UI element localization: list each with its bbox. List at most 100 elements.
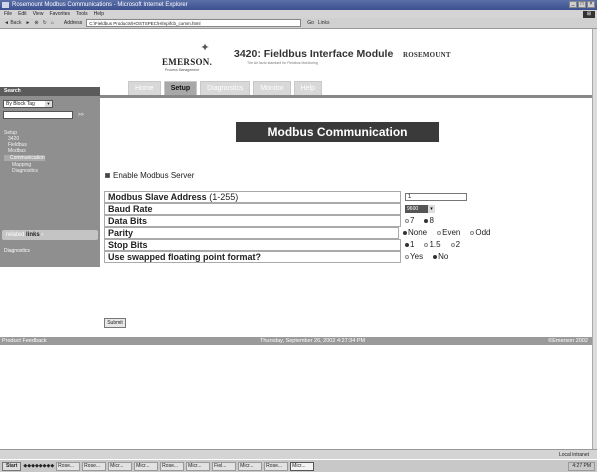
- settings-table: Modbus Slave Address (1-255) 1 Baud Rate…: [104, 191, 490, 263]
- slave-address-label: Modbus Slave Address (1-255): [104, 191, 402, 203]
- minimize-icon[interactable]: _: [569, 1, 577, 8]
- chevron-right-icon: ›: [41, 232, 44, 238]
- nav-item-diagnostics[interactable]: Diagnostics: [4, 168, 45, 174]
- page-header: ✦ EMERSON. Process Management 3420: Fiel…: [0, 29, 592, 87]
- product-feedback-link[interactable]: Product Feedback: [2, 337, 47, 345]
- menu-bar: File Edit View Favorites Tools Help ⊞: [0, 10, 597, 18]
- taskbar-item[interactable]: Micr...: [134, 461, 159, 471]
- nav-item-communication[interactable]: Communication: [4, 155, 45, 161]
- windows-logo-icon: ⊞: [583, 11, 595, 18]
- tab-setup[interactable]: Setup: [163, 81, 198, 95]
- taskbar-item[interactable]: Rose...: [264, 461, 289, 471]
- app-title: 3420: Fieldbus Interface Module: [234, 48, 394, 60]
- setting-row-slave-address: Modbus Slave Address (1-255) 1: [104, 191, 489, 203]
- search-label: Search: [0, 87, 100, 96]
- enable-modbus-checkbox[interactable]: [105, 173, 110, 178]
- radio-selected-icon: [424, 219, 429, 223]
- stop-bits-label: Stop Bits: [104, 239, 402, 251]
- setting-row-swapped-float: Use swapped floating point format? Yes N…: [104, 251, 489, 263]
- footer-timestamp: Thursday, September 26, 2002 4:27:34 PM: [260, 338, 366, 344]
- vertical-scrollbar[interactable]: [592, 29, 597, 449]
- stop-bits-radio-2[interactable]: 2: [450, 239, 460, 251]
- title-bar: Rosemount Modbus Communications - Micros…: [0, 0, 597, 10]
- parity-options: None Even Odd: [399, 227, 490, 239]
- back-button[interactable]: ◄ Back: [4, 18, 21, 29]
- sidebar: By Block Tag ▼ >> Setup 3420 Fieldbus Mo…: [0, 96, 100, 267]
- maximize-icon[interactable]: □: [578, 1, 586, 8]
- taskbar-item-active[interactable]: Micr...: [290, 461, 315, 471]
- slave-address-input[interactable]: 1: [405, 193, 468, 201]
- app-subtitle: The Air facto standard for Fieldbus Moni…: [247, 61, 318, 65]
- swapped-float-options: Yes No: [401, 251, 489, 263]
- nav-item-modbus[interactable]: Modbus: [4, 148, 45, 154]
- radio-icon: [450, 243, 455, 247]
- setting-row-baud-rate: Baud Rate 9600 ▾: [104, 203, 489, 215]
- radio-selected-icon: [403, 231, 407, 235]
- setting-row-parity: Parity None Even Odd: [104, 227, 490, 239]
- tab-underline: [100, 95, 592, 98]
- parity-radio-none[interactable]: None: [403, 227, 427, 239]
- baud-rate-cell: 9600 ▾: [401, 203, 489, 215]
- page-title: Modbus Communication: [236, 122, 439, 142]
- stop-bits-options: 1 1.5 2: [401, 239, 489, 251]
- nav-tabs: Home Setup Diagnostics Monitor Help: [128, 81, 323, 95]
- refresh-icon[interactable]: ↻: [43, 18, 47, 29]
- taskbar-item[interactable]: Fiel...: [212, 461, 237, 471]
- window-title: Rosemount Modbus Communications - Micros…: [12, 2, 188, 8]
- stop-bits-radio-1-5[interactable]: 1.5: [424, 239, 441, 251]
- address-bar[interactable]: C:\Fieldbus Products\HOSTSPEC\Hlmp\fcb_c…: [86, 19, 302, 27]
- chevron-down-icon: ▾: [428, 205, 436, 213]
- ie-icon: [2, 2, 9, 8]
- menu-help[interactable]: Help: [94, 10, 104, 18]
- forward-icon[interactable]: ►: [25, 18, 30, 29]
- radio-icon: [437, 231, 442, 235]
- rosemount-brand: ROSEMOUNT: [403, 51, 451, 59]
- emerson-logo-icon: ✦: [200, 42, 210, 54]
- emerson-logo-subtext: Process Management: [165, 68, 200, 72]
- tab-help[interactable]: Help: [293, 81, 323, 95]
- related-links-header[interactable]: related links ›: [2, 230, 98, 240]
- data-bits-radio-7[interactable]: 7: [405, 215, 414, 227]
- parity-radio-even[interactable]: Even: [437, 227, 460, 239]
- footer-copyright: ©Emerson 2002: [548, 338, 588, 344]
- taskbar-item[interactable]: Micr...: [238, 461, 263, 471]
- stop-icon[interactable]: ⊗: [34, 18, 38, 29]
- slave-address-cell: 1: [401, 191, 489, 203]
- clock: 4:27 PM: [572, 463, 591, 469]
- tab-diagnostics[interactable]: Diagnostics: [200, 81, 251, 95]
- home-icon[interactable]: ⌂: [51, 18, 54, 29]
- start-button[interactable]: Start: [2, 461, 22, 471]
- radio-icon: [470, 231, 475, 235]
- window-controls: _ □ ×: [569, 1, 595, 8]
- swapped-radio-no[interactable]: No: [433, 251, 448, 263]
- search-type-select[interactable]: By Block Tag ▼: [3, 100, 53, 108]
- go-button[interactable]: Go: [307, 18, 314, 29]
- tab-home[interactable]: Home: [128, 81, 161, 95]
- tab-monitor[interactable]: Monitor: [253, 81, 291, 95]
- close-icon[interactable]: ×: [587, 1, 595, 8]
- radio-icon: [405, 255, 410, 259]
- data-bits-radio-8[interactable]: 8: [424, 215, 434, 227]
- parity-radio-odd[interactable]: Odd: [470, 227, 490, 239]
- swapped-radio-yes[interactable]: Yes: [405, 251, 423, 263]
- search-input[interactable]: [3, 111, 73, 119]
- submit-button[interactable]: Submit: [104, 318, 126, 328]
- taskbar-item[interactable]: Rose...: [160, 461, 185, 471]
- chevron-down-icon: ▼: [45, 101, 52, 107]
- taskbar-item[interactable]: Micr...: [186, 461, 211, 471]
- links-button[interactable]: Links: [318, 18, 330, 29]
- page-content: ✦ EMERSON. Process Management 3420: Fiel…: [0, 29, 592, 449]
- radio-selected-icon: [433, 255, 438, 259]
- diagnostics-link[interactable]: Diagnostics: [4, 248, 30, 254]
- taskbar-item[interactable]: Rose...: [82, 461, 107, 471]
- search-go-button[interactable]: >>: [78, 111, 84, 119]
- taskbar-item[interactable]: Micr...: [108, 461, 133, 471]
- stop-bits-radio-1[interactable]: 1: [405, 239, 414, 251]
- taskbar-item[interactable]: Rose...: [56, 461, 81, 471]
- radio-selected-icon: [405, 243, 410, 247]
- baud-rate-select[interactable]: 9600 ▾: [405, 205, 436, 213]
- quick-launch-icons[interactable]: ◆◆◆◆◆◆◆◆: [23, 463, 54, 469]
- browser-toolbar: ◄ Back ► ⊗ ↻ ⌂ Address C:\Fieldbus Produ…: [0, 18, 597, 29]
- data-bits-label: Data Bits: [104, 215, 402, 227]
- setting-row-stop-bits: Stop Bits 1 1.5 2: [104, 239, 489, 251]
